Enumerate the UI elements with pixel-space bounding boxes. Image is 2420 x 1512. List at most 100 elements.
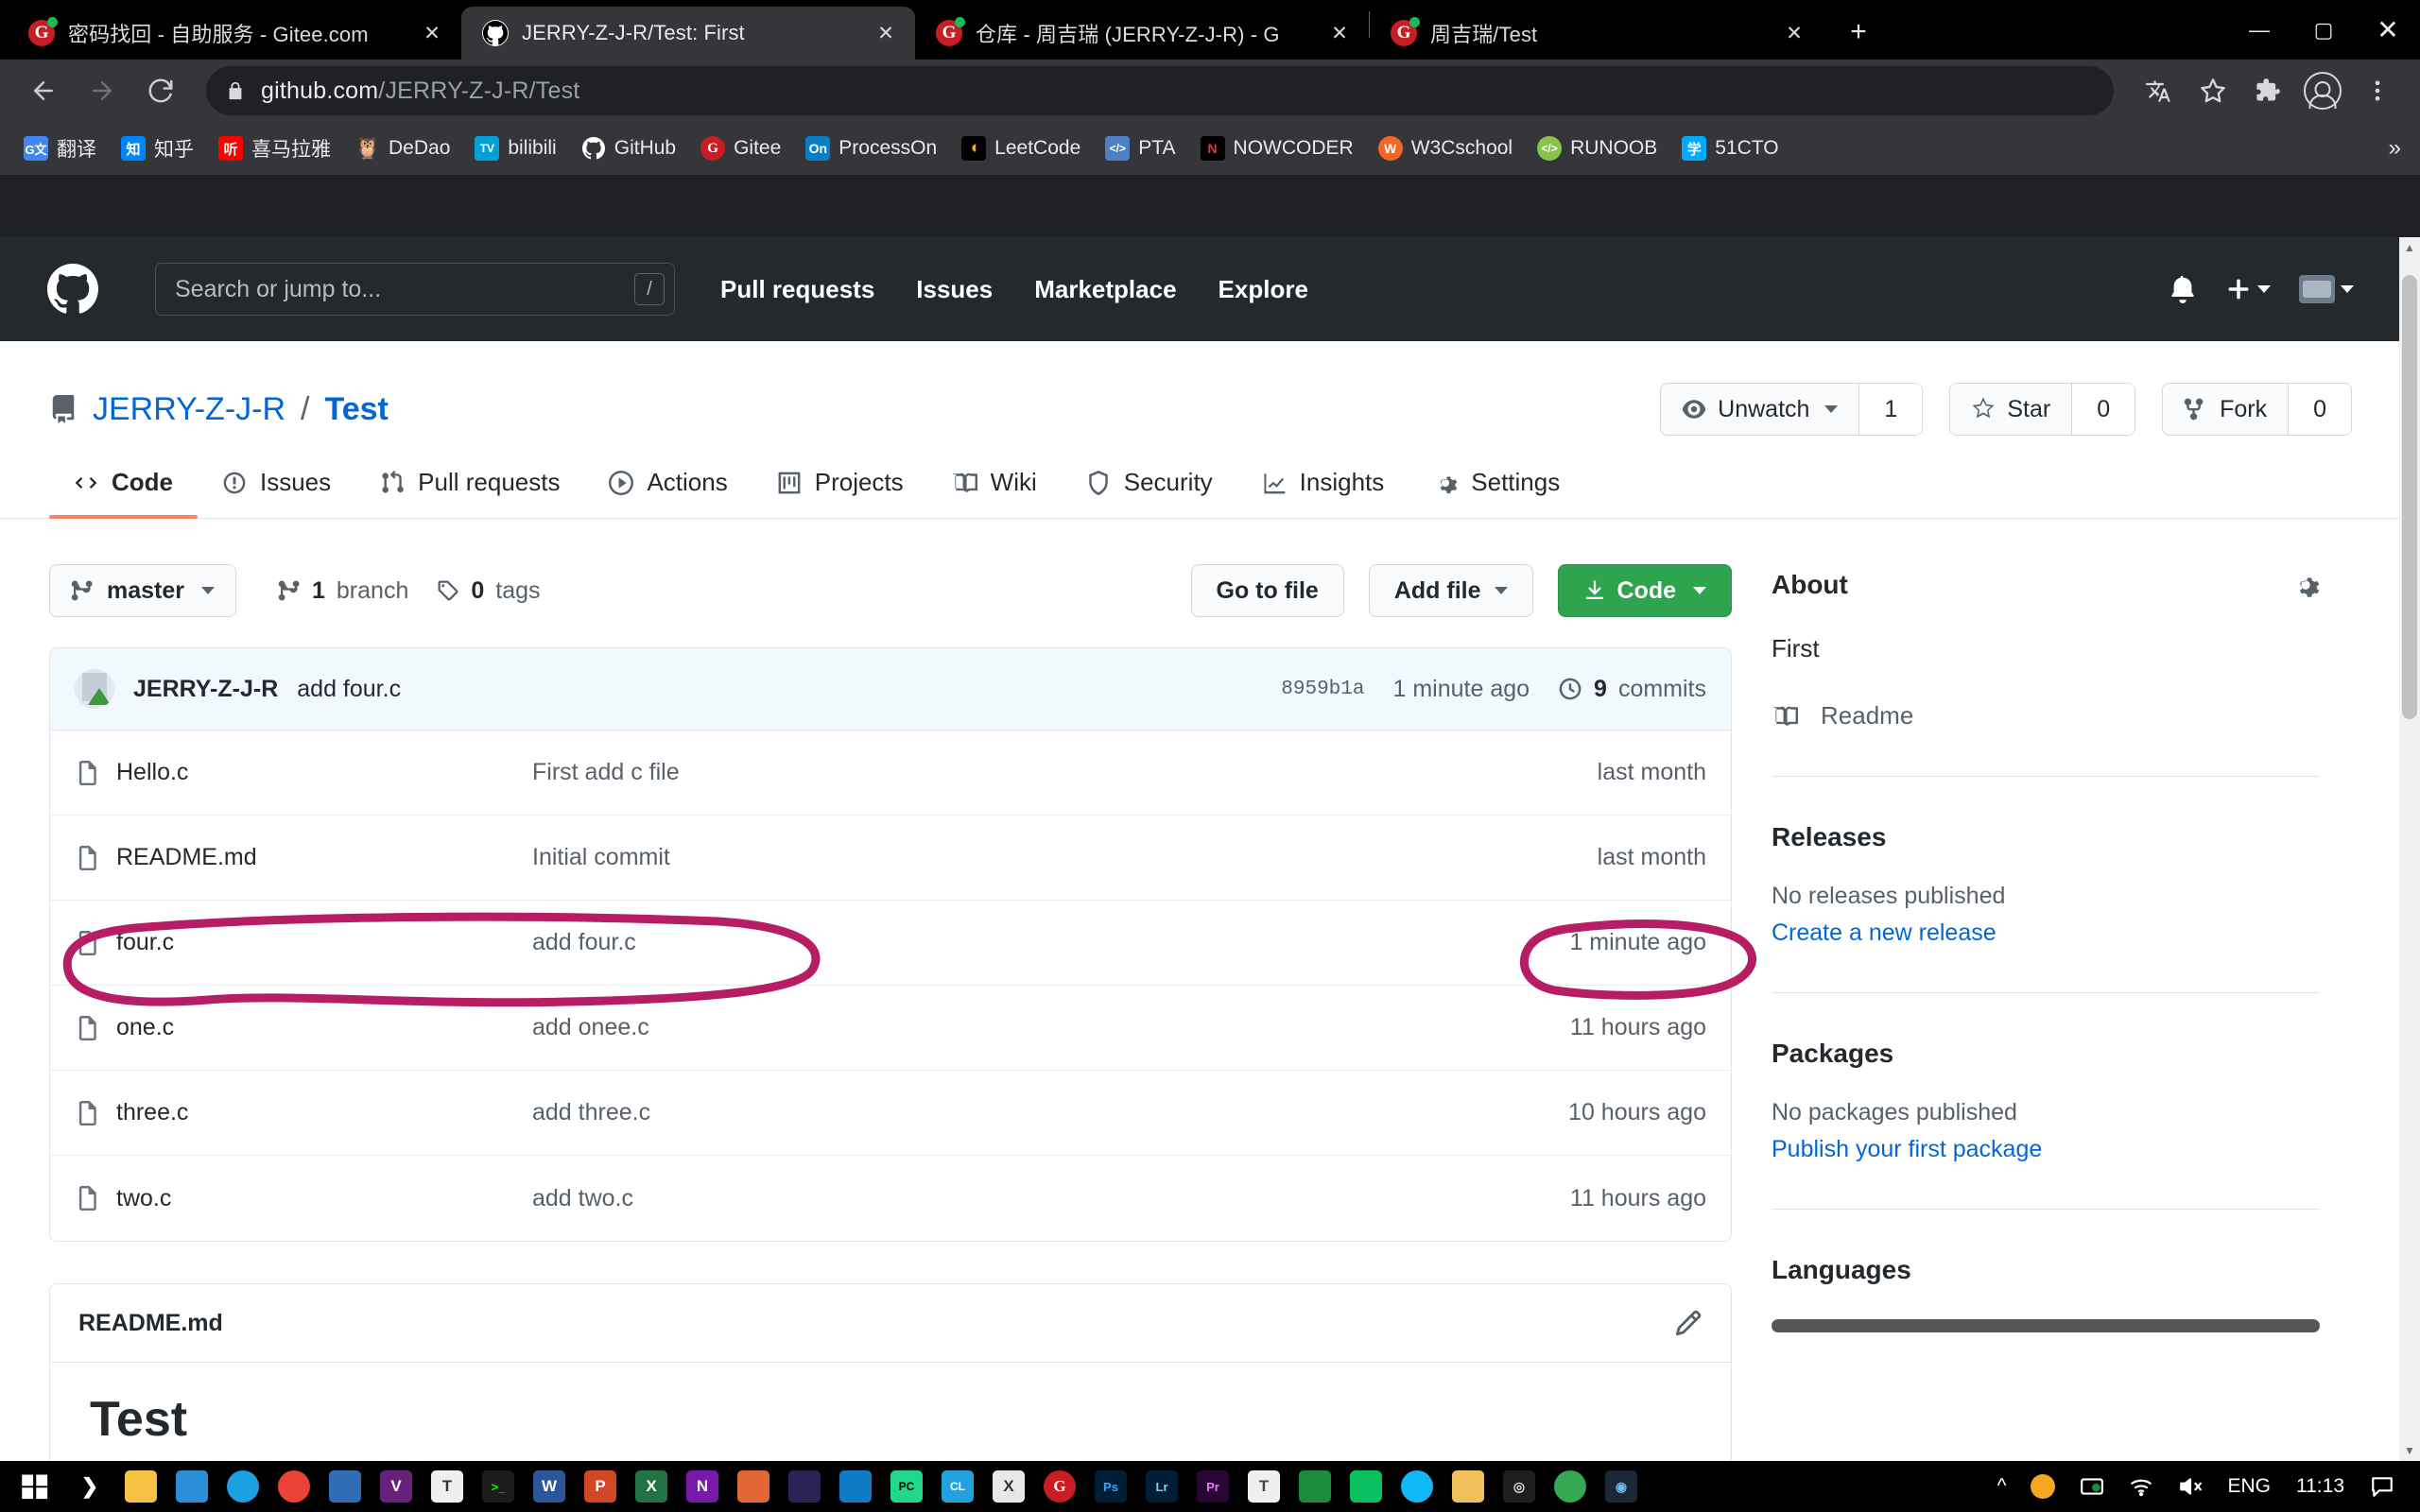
address-bar[interactable]: github.com/JERRY-Z-J-R/Test <box>206 66 2114 115</box>
create-new-menu[interactable] <box>2225 276 2271 302</box>
close-window-button[interactable]: ✕ <box>2356 0 2420 60</box>
wechat-icon[interactable] <box>1340 1461 1392 1512</box>
bookmark-item-gitee[interactable]: G Gitee <box>690 130 791 166</box>
bookmark-item-51cto[interactable]: 学 51CTO <box>1671 130 1789 166</box>
browser-tab-3[interactable]: G 周吉瑞/Test ✕ <box>1370 7 1824 60</box>
bookmark-item-w3cschool[interactable]: W W3Cschool <box>1368 130 1523 166</box>
notepad-icon[interactable]: T <box>422 1461 473 1512</box>
file-commit-message[interactable]: add onee.c <box>532 1014 1423 1041</box>
scroll-down-arrow[interactable]: ▼ <box>2399 1440 2420 1461</box>
readme-link[interactable]: Readme <box>1772 701 2320 730</box>
table-row[interactable]: three.c add three.c 10 hours ago <box>50 1071 1731 1156</box>
table-row[interactable]: two.c add two.c 11 hours ago <box>50 1156 1731 1241</box>
maximize-button[interactable]: ▢ <box>2291 0 2356 60</box>
repo-name-link[interactable]: Test <box>324 391 388 428</box>
bookmarks-overflow-button[interactable]: » <box>2379 131 2411 165</box>
commit-author[interactable]: JERRY-Z-J-R <box>133 676 278 703</box>
translate-icon[interactable] <box>2133 65 2184 116</box>
tab-insights[interactable]: Insights <box>1237 468 1409 518</box>
forward-button[interactable] <box>76 64 129 117</box>
tab-actions[interactable]: Actions <box>584 468 752 518</box>
nav-marketplace[interactable]: Marketplace <box>1034 275 1176 304</box>
commit-sha[interactable]: 8959b1a <box>1281 679 1364 700</box>
table-row[interactable]: README.md Initial commit last month <box>50 816 1731 901</box>
bookmark-item-github[interactable]: GitHub <box>571 130 686 166</box>
close-icon[interactable]: ✕ <box>872 19 900 47</box>
navicat-icon[interactable] <box>1289 1461 1340 1512</box>
star-button[interactable]: Star <box>1950 384 2071 435</box>
file-name[interactable]: one.c <box>116 1014 532 1041</box>
tab-issues[interactable]: Issues <box>198 468 355 518</box>
fork-count[interactable]: 0 <box>2288 384 2351 435</box>
tab-pull-requests[interactable]: Pull requests <box>355 468 584 518</box>
windows-start-icon[interactable] <box>6 1461 64 1512</box>
bookmark-star-icon[interactable] <box>2187 65 2238 116</box>
go-to-file-button[interactable]: Go to file <box>1191 564 1344 617</box>
vs-icon[interactable]: V <box>371 1461 422 1512</box>
file-name[interactable]: Hello.c <box>116 759 532 786</box>
powerpoint-icon[interactable]: P <box>575 1461 626 1512</box>
commits-count-link[interactable]: 9 commits <box>1558 676 1706 703</box>
table-row[interactable]: one.c add onee.c 11 hours ago <box>50 986 1731 1071</box>
add-file-button[interactable]: Add file <box>1369 564 1533 617</box>
camera-icon[interactable]: ◎ <box>1494 1461 1545 1512</box>
search-input[interactable]: Search or jump to... / <box>155 263 675 316</box>
minimize-button[interactable]: — <box>2227 0 2291 60</box>
pycharm-icon[interactable]: PC <box>881 1461 932 1512</box>
task-view-icon[interactable]: ❯ <box>64 1461 115 1512</box>
bookmark-item-leetcode[interactable]: ◖ LeetCode <box>951 130 1091 166</box>
close-icon[interactable]: ✕ <box>1325 19 1354 47</box>
tab-projects[interactable]: Projects <box>752 468 928 518</box>
close-icon[interactable]: ✕ <box>418 19 446 47</box>
matlab-icon[interactable] <box>728 1461 779 1512</box>
file-commit-message[interactable]: add three.c <box>532 1099 1423 1126</box>
new-tab-button[interactable]: + <box>1837 10 1880 54</box>
table-row[interactable]: four.c add four.c 1 minute ago <box>50 901 1731 986</box>
nav-issues[interactable]: Issues <box>916 275 993 304</box>
close-icon[interactable]: ✕ <box>1780 19 1808 47</box>
nav-explore[interactable]: Explore <box>1219 275 1308 304</box>
code-download-button[interactable]: Code <box>1558 564 1733 617</box>
bookmark-item-ximalaya[interactable]: 听 喜马拉雅 <box>208 129 341 168</box>
back-button[interactable] <box>17 64 70 117</box>
bookmark-item-bilibili[interactable]: TV bilibili <box>464 130 566 166</box>
file-commit-message[interactable]: First add c file <box>532 759 1423 786</box>
star-count[interactable]: 0 <box>2071 384 2135 435</box>
file-commit-message[interactable]: add two.c <box>532 1185 1423 1212</box>
wifi-icon[interactable] <box>2117 1461 2166 1512</box>
branch-selector[interactable]: master <box>49 564 236 617</box>
tab-security[interactable]: Security <box>1062 468 1237 518</box>
table-row[interactable]: Hello.c First add c file last month <box>50 730 1731 816</box>
excel-icon[interactable]: X <box>626 1461 677 1512</box>
premiere-icon[interactable]: Pr <box>1187 1461 1238 1512</box>
photoshop-icon[interactable]: Ps <box>1085 1461 1136 1512</box>
file-name[interactable]: two.c <box>116 1185 532 1212</box>
clion-icon[interactable]: CL <box>932 1461 983 1512</box>
page-scrollbar[interactable]: ▲ ▼ <box>2399 237 2420 1461</box>
tab-settings[interactable]: Settings <box>1409 468 1584 518</box>
gear-icon[interactable] <box>2291 571 2320 599</box>
watch-count[interactable]: 1 <box>1858 384 1922 435</box>
bookmark-item-dedao[interactable]: 🦉 DeDao <box>345 130 460 166</box>
vscode-icon[interactable] <box>830 1461 881 1512</box>
publish-package-link[interactable]: Publish your first package <box>1772 1136 2320 1163</box>
edge-icon[interactable] <box>217 1461 268 1512</box>
tags-link[interactable]: 0 tags <box>437 577 540 605</box>
idea-icon[interactable] <box>320 1461 371 1512</box>
edit-pencil-icon[interactable] <box>1674 1309 1703 1337</box>
bookmark-item-processon[interactable]: On ProcessOn <box>795 130 947 166</box>
extensions-icon[interactable] <box>2242 65 2293 116</box>
qq-tray-icon[interactable] <box>2018 1461 2067 1512</box>
language-indicator[interactable]: ENG <box>2215 1461 2283 1512</box>
tab-wiki[interactable]: Wiki <box>928 468 1062 518</box>
reload-button[interactable] <box>134 64 187 117</box>
bookmark-item-zhihu[interactable]: 知 知乎 <box>111 129 204 168</box>
word-icon[interactable]: W <box>524 1461 575 1512</box>
commit-message[interactable]: add four.c <box>297 676 401 703</box>
folder-icon[interactable] <box>1443 1461 1494 1512</box>
browser-tab-1[interactable]: JERRY-Z-J-R/Test: First ✕ <box>461 7 915 60</box>
chrome-icon[interactable] <box>268 1461 320 1512</box>
branches-link[interactable]: 1 branch <box>278 577 408 605</box>
browser-tab-0[interactable]: G 密码找回 - 自助服务 - Gitee.com ✕ <box>8 7 461 60</box>
store-icon[interactable] <box>166 1461 217 1512</box>
